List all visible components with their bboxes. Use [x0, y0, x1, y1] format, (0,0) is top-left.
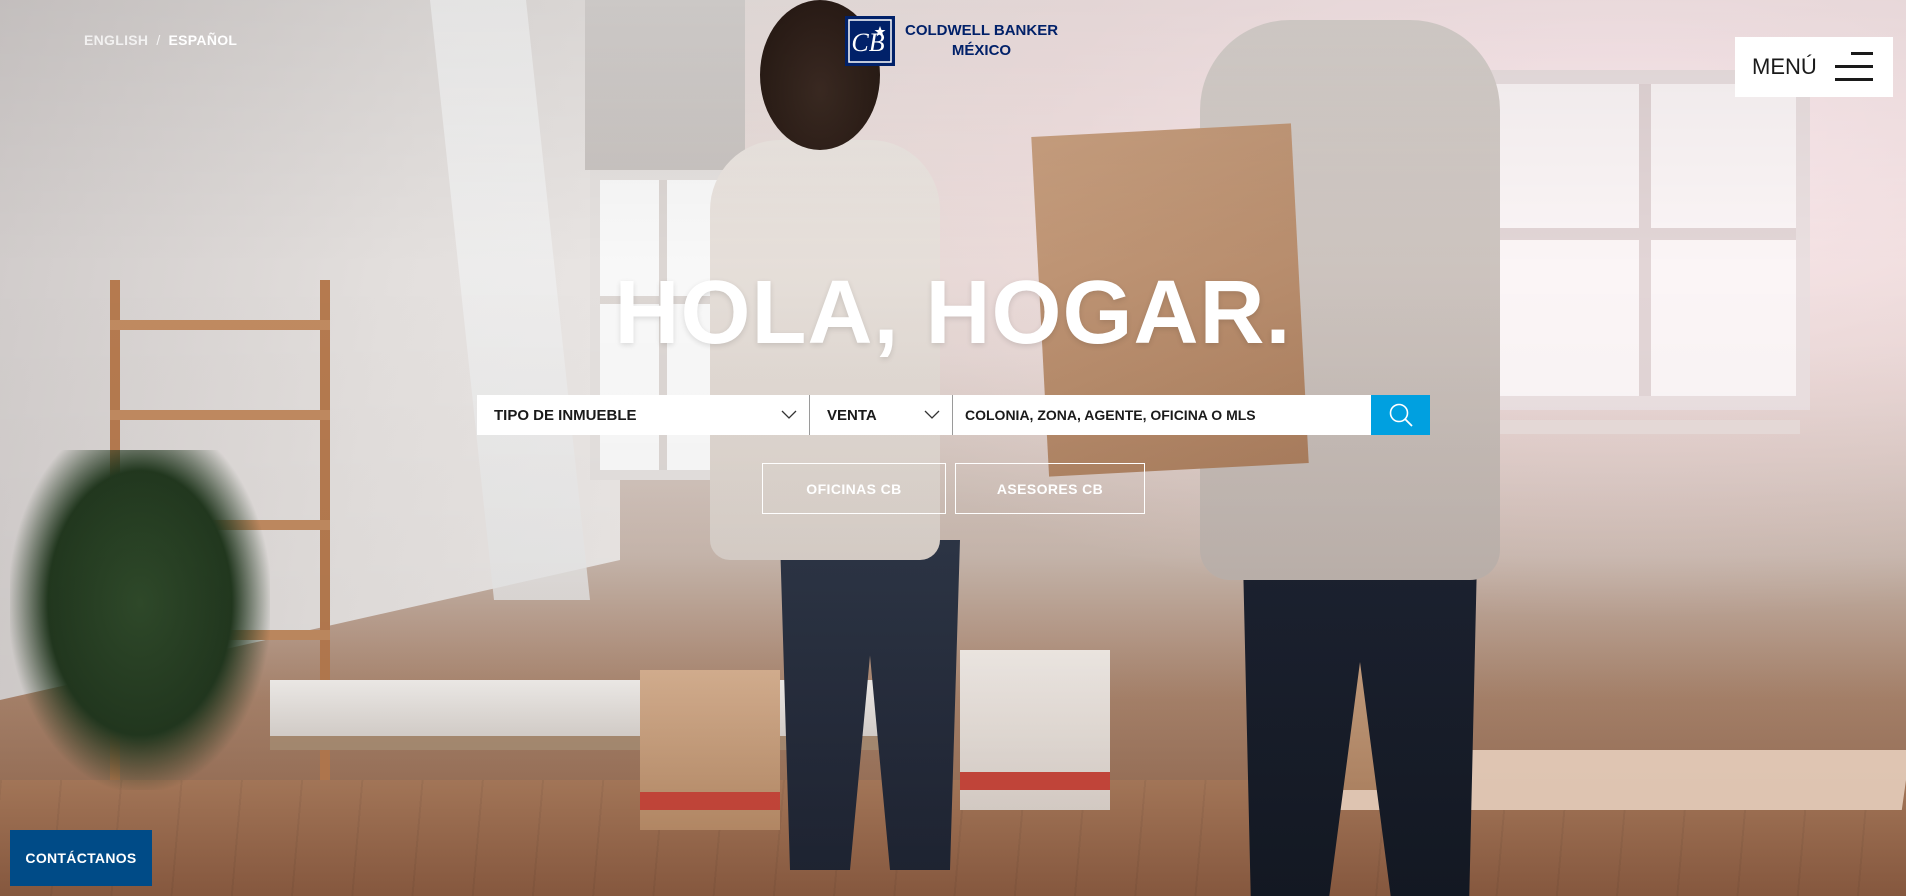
- language-english-link[interactable]: ENGLISH: [84, 32, 148, 48]
- hero-background-photo: [0, 0, 1906, 896]
- menu-button[interactable]: MENÚ: [1735, 37, 1893, 97]
- advisors-button[interactable]: ASESORES CB: [955, 463, 1145, 514]
- logo-wordmark: COLDWELL BANKER MÉXICO: [905, 21, 1058, 61]
- offices-button[interactable]: OFICINAS CB: [762, 463, 946, 514]
- property-type-label: TIPO DE INMUEBLE: [494, 406, 637, 424]
- quick-links: OFICINAS CB ASESORES CB: [762, 463, 1145, 514]
- menu-label: MENÚ: [1752, 54, 1817, 79]
- hero-title: HOLA, HOGAR.: [614, 263, 1292, 363]
- logo-line-2: MÉXICO: [951, 42, 1012, 59]
- language-spanish-link[interactable]: ESPAÑOL: [169, 32, 238, 48]
- operation-label: VENTA: [827, 406, 877, 424]
- search-icon: [1389, 403, 1413, 427]
- property-search-bar: TIPO DE INMUEBLE VENTA: [477, 395, 1430, 435]
- brand-logo[interactable]: CB COLDWELL BANKER MÉXICO: [845, 16, 1058, 66]
- language-switcher: ENGLISH / ESPAÑOL: [84, 32, 237, 48]
- cb-logo-icon: CB: [845, 16, 895, 66]
- search-button[interactable]: [1371, 395, 1430, 435]
- hamburger-icon: [1835, 52, 1873, 82]
- property-type-select[interactable]: TIPO DE INMUEBLE: [477, 395, 810, 435]
- operation-select[interactable]: VENTA: [810, 395, 953, 435]
- search-input[interactable]: [953, 395, 1371, 435]
- contact-button[interactable]: CONTÁCTANOS: [10, 830, 152, 886]
- chevron-down-icon: [781, 410, 797, 419]
- chevron-down-icon: [924, 410, 940, 419]
- logo-line-1: COLDWELL BANKER: [905, 22, 1059, 39]
- language-separator: /: [156, 32, 161, 48]
